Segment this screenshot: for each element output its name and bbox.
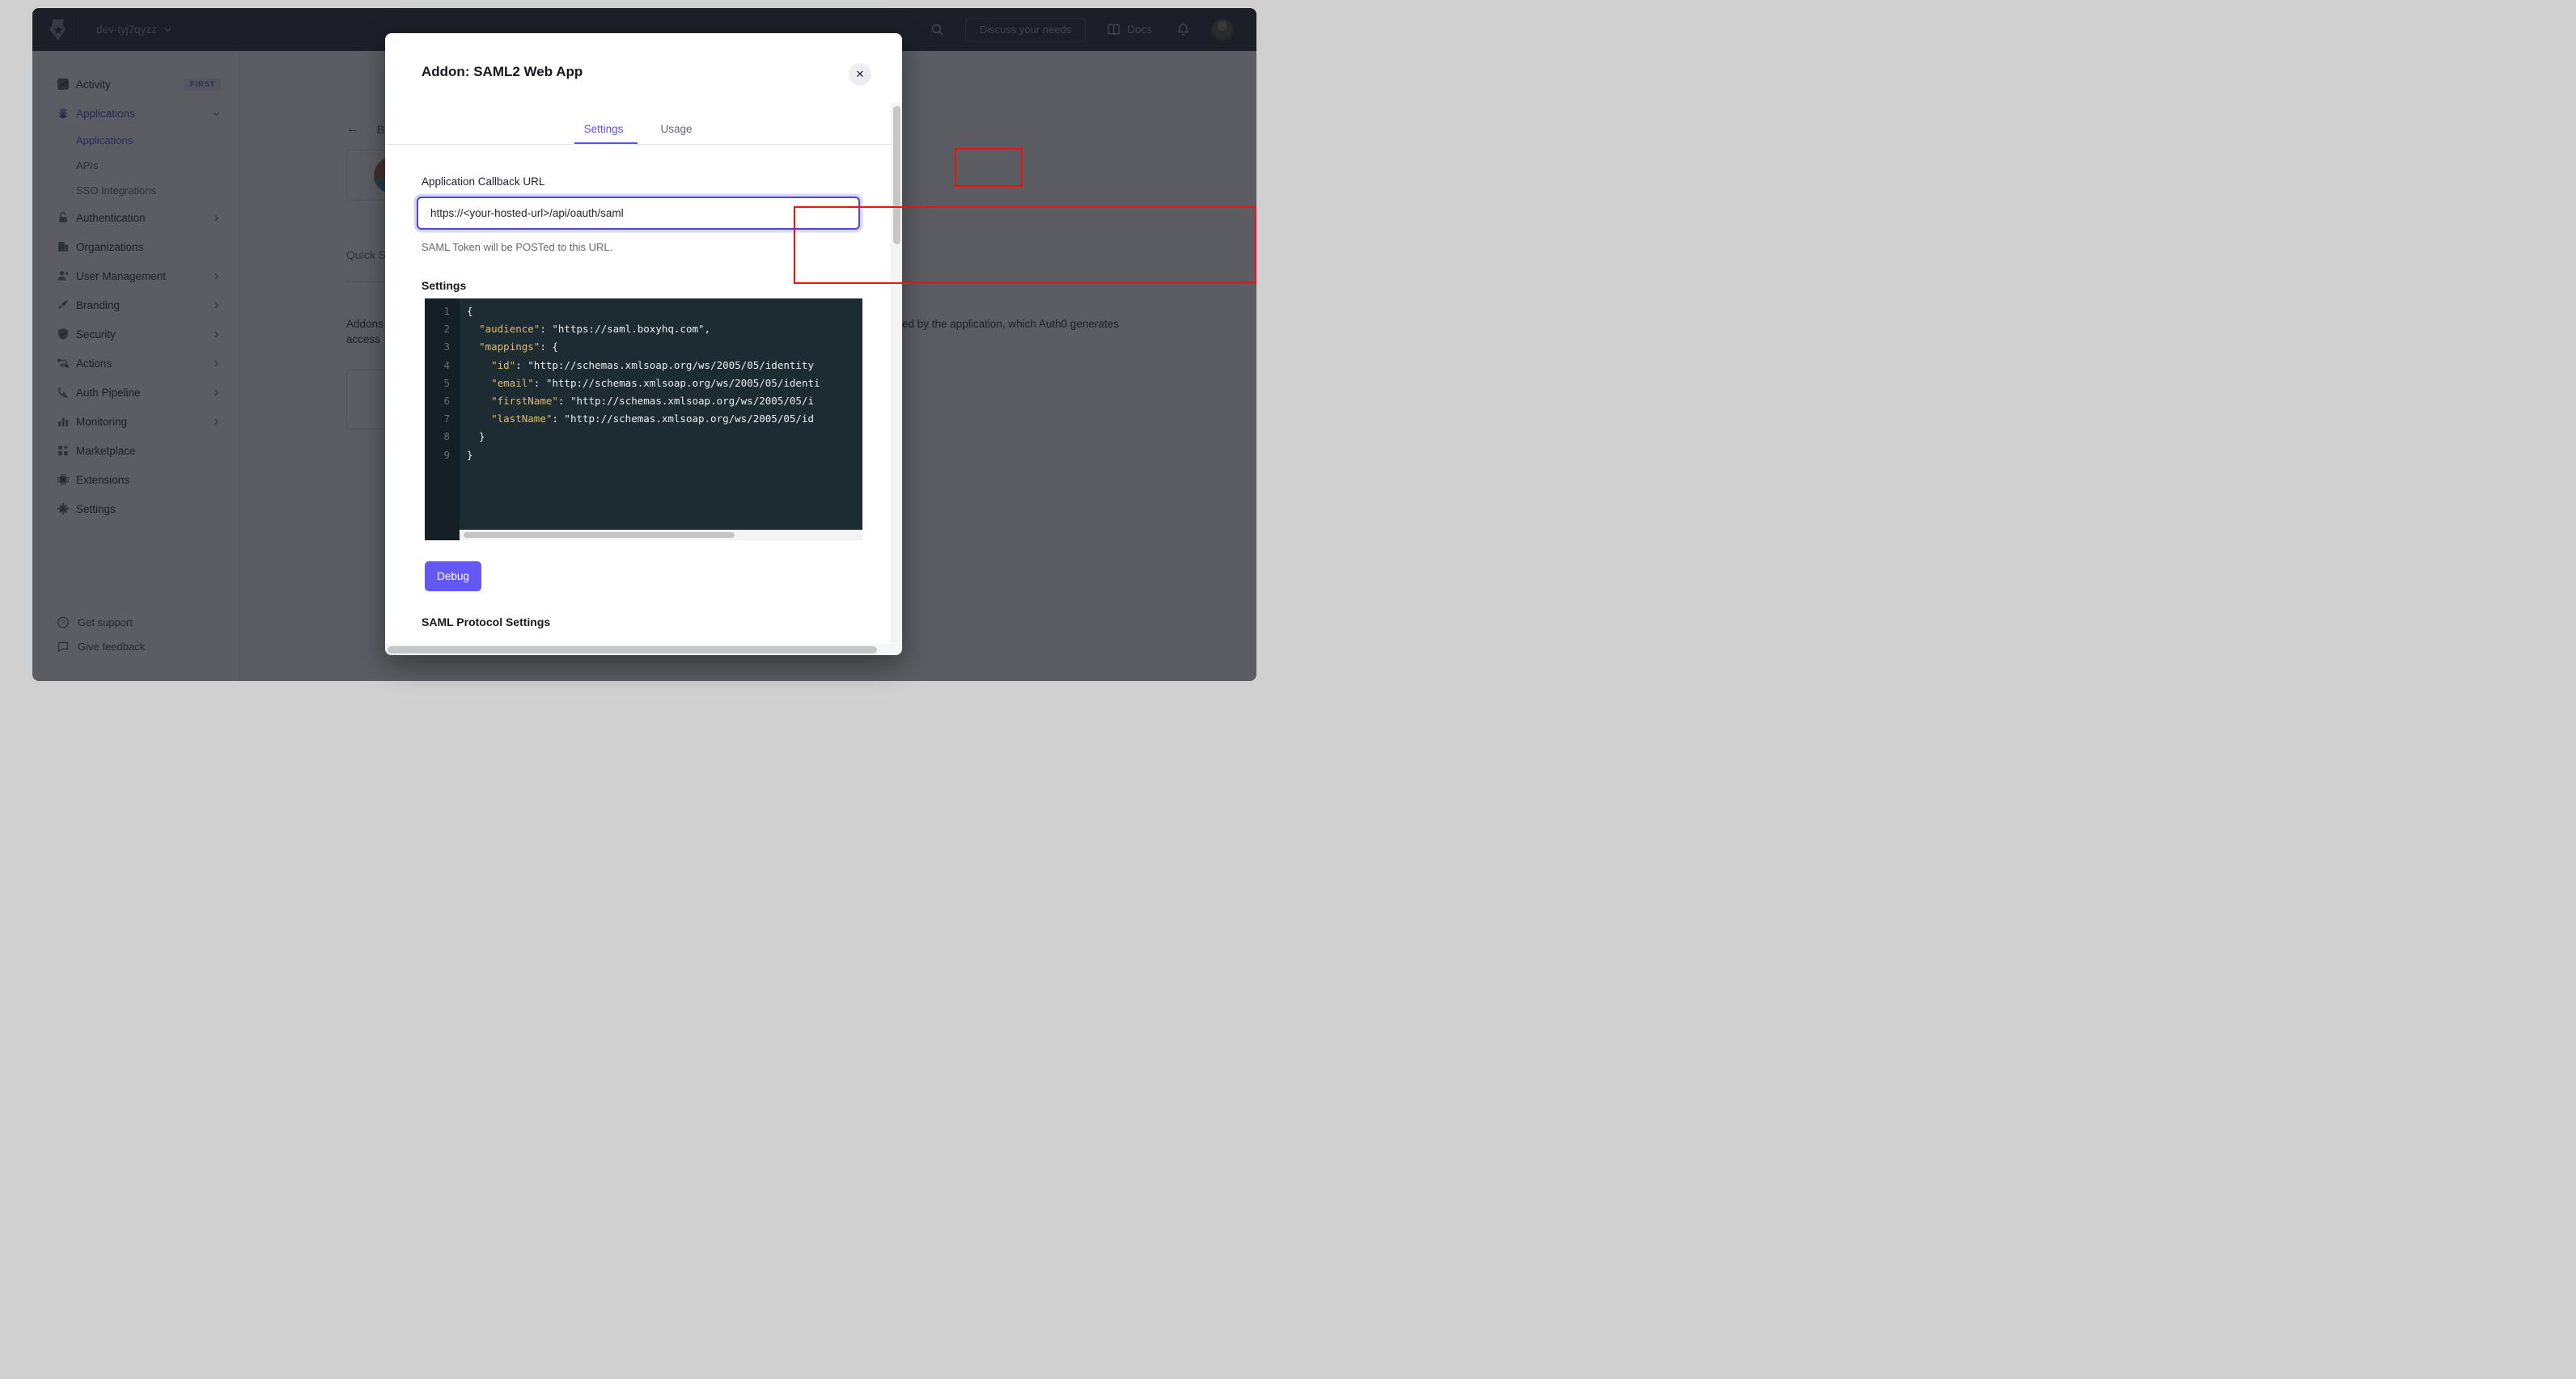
code-line: "email": "http://schemas.xmlsoap.org/ws/… (467, 374, 862, 392)
modal-vertical-scrollbar-thumb[interactable] (893, 106, 900, 244)
tab-settings[interactable]: Settings (570, 115, 638, 142)
editor-scrollbar-thumb[interactable] (464, 532, 735, 538)
settings-json-editor[interactable]: 123456789 { "audience": "https://saml.bo… (425, 298, 862, 540)
line-number: 9 (425, 446, 460, 464)
tabbar-divider (385, 144, 902, 145)
editor-line-numbers: 123456789 (425, 298, 460, 540)
settings-section-heading: Settings (422, 279, 466, 292)
modal-title: Addon: SAML2 Web App (422, 64, 583, 80)
code-line: "lastName": "http://schemas.xmlsoap.org/… (467, 410, 862, 428)
callback-url-label: Application Callback URL (422, 176, 544, 188)
modal-tabbar: Settings Usage (385, 115, 902, 145)
code-line: } (467, 446, 862, 464)
tab-usage[interactable]: Usage (657, 115, 696, 142)
editor-horizontal-scrollbar[interactable] (460, 530, 862, 540)
line-number: 3 (425, 338, 460, 356)
line-number: 2 (425, 320, 460, 338)
editor-code[interactable]: { "audience": "https://saml.boxyhq.com",… (460, 298, 862, 530)
callback-url-helper: SAML Token will be POSTed to this URL. (422, 241, 612, 253)
line-number: 6 (425, 392, 460, 410)
close-button[interactable]: ✕ (849, 63, 871, 86)
line-number: 7 (425, 410, 460, 428)
code-line: { (467, 302, 862, 320)
code-line: "mappings": { (467, 338, 862, 356)
line-number: 1 (425, 302, 460, 320)
line-number: 8 (425, 428, 460, 446)
close-icon: ✕ (856, 68, 865, 81)
addon-saml2-modal: Addon: SAML2 Web App ✕ Settings Usage Ap… (385, 33, 902, 655)
code-line: "id": "http://schemas.xmlsoap.org/ws/200… (467, 357, 862, 374)
debug-button[interactable]: Debug (425, 561, 481, 591)
saml-protocol-settings-heading: SAML Protocol Settings (422, 615, 550, 628)
line-number: 5 (425, 374, 460, 392)
callback-url-input[interactable] (417, 197, 860, 230)
code-line: "audience": "https://saml.boxyhq.com", (467, 320, 862, 338)
code-line: } (467, 428, 862, 446)
code-line: "firstName": "http://schemas.xmlsoap.org… (467, 392, 862, 410)
line-number: 4 (425, 357, 460, 374)
modal-horizontal-scrollbar-thumb[interactable] (388, 646, 877, 654)
